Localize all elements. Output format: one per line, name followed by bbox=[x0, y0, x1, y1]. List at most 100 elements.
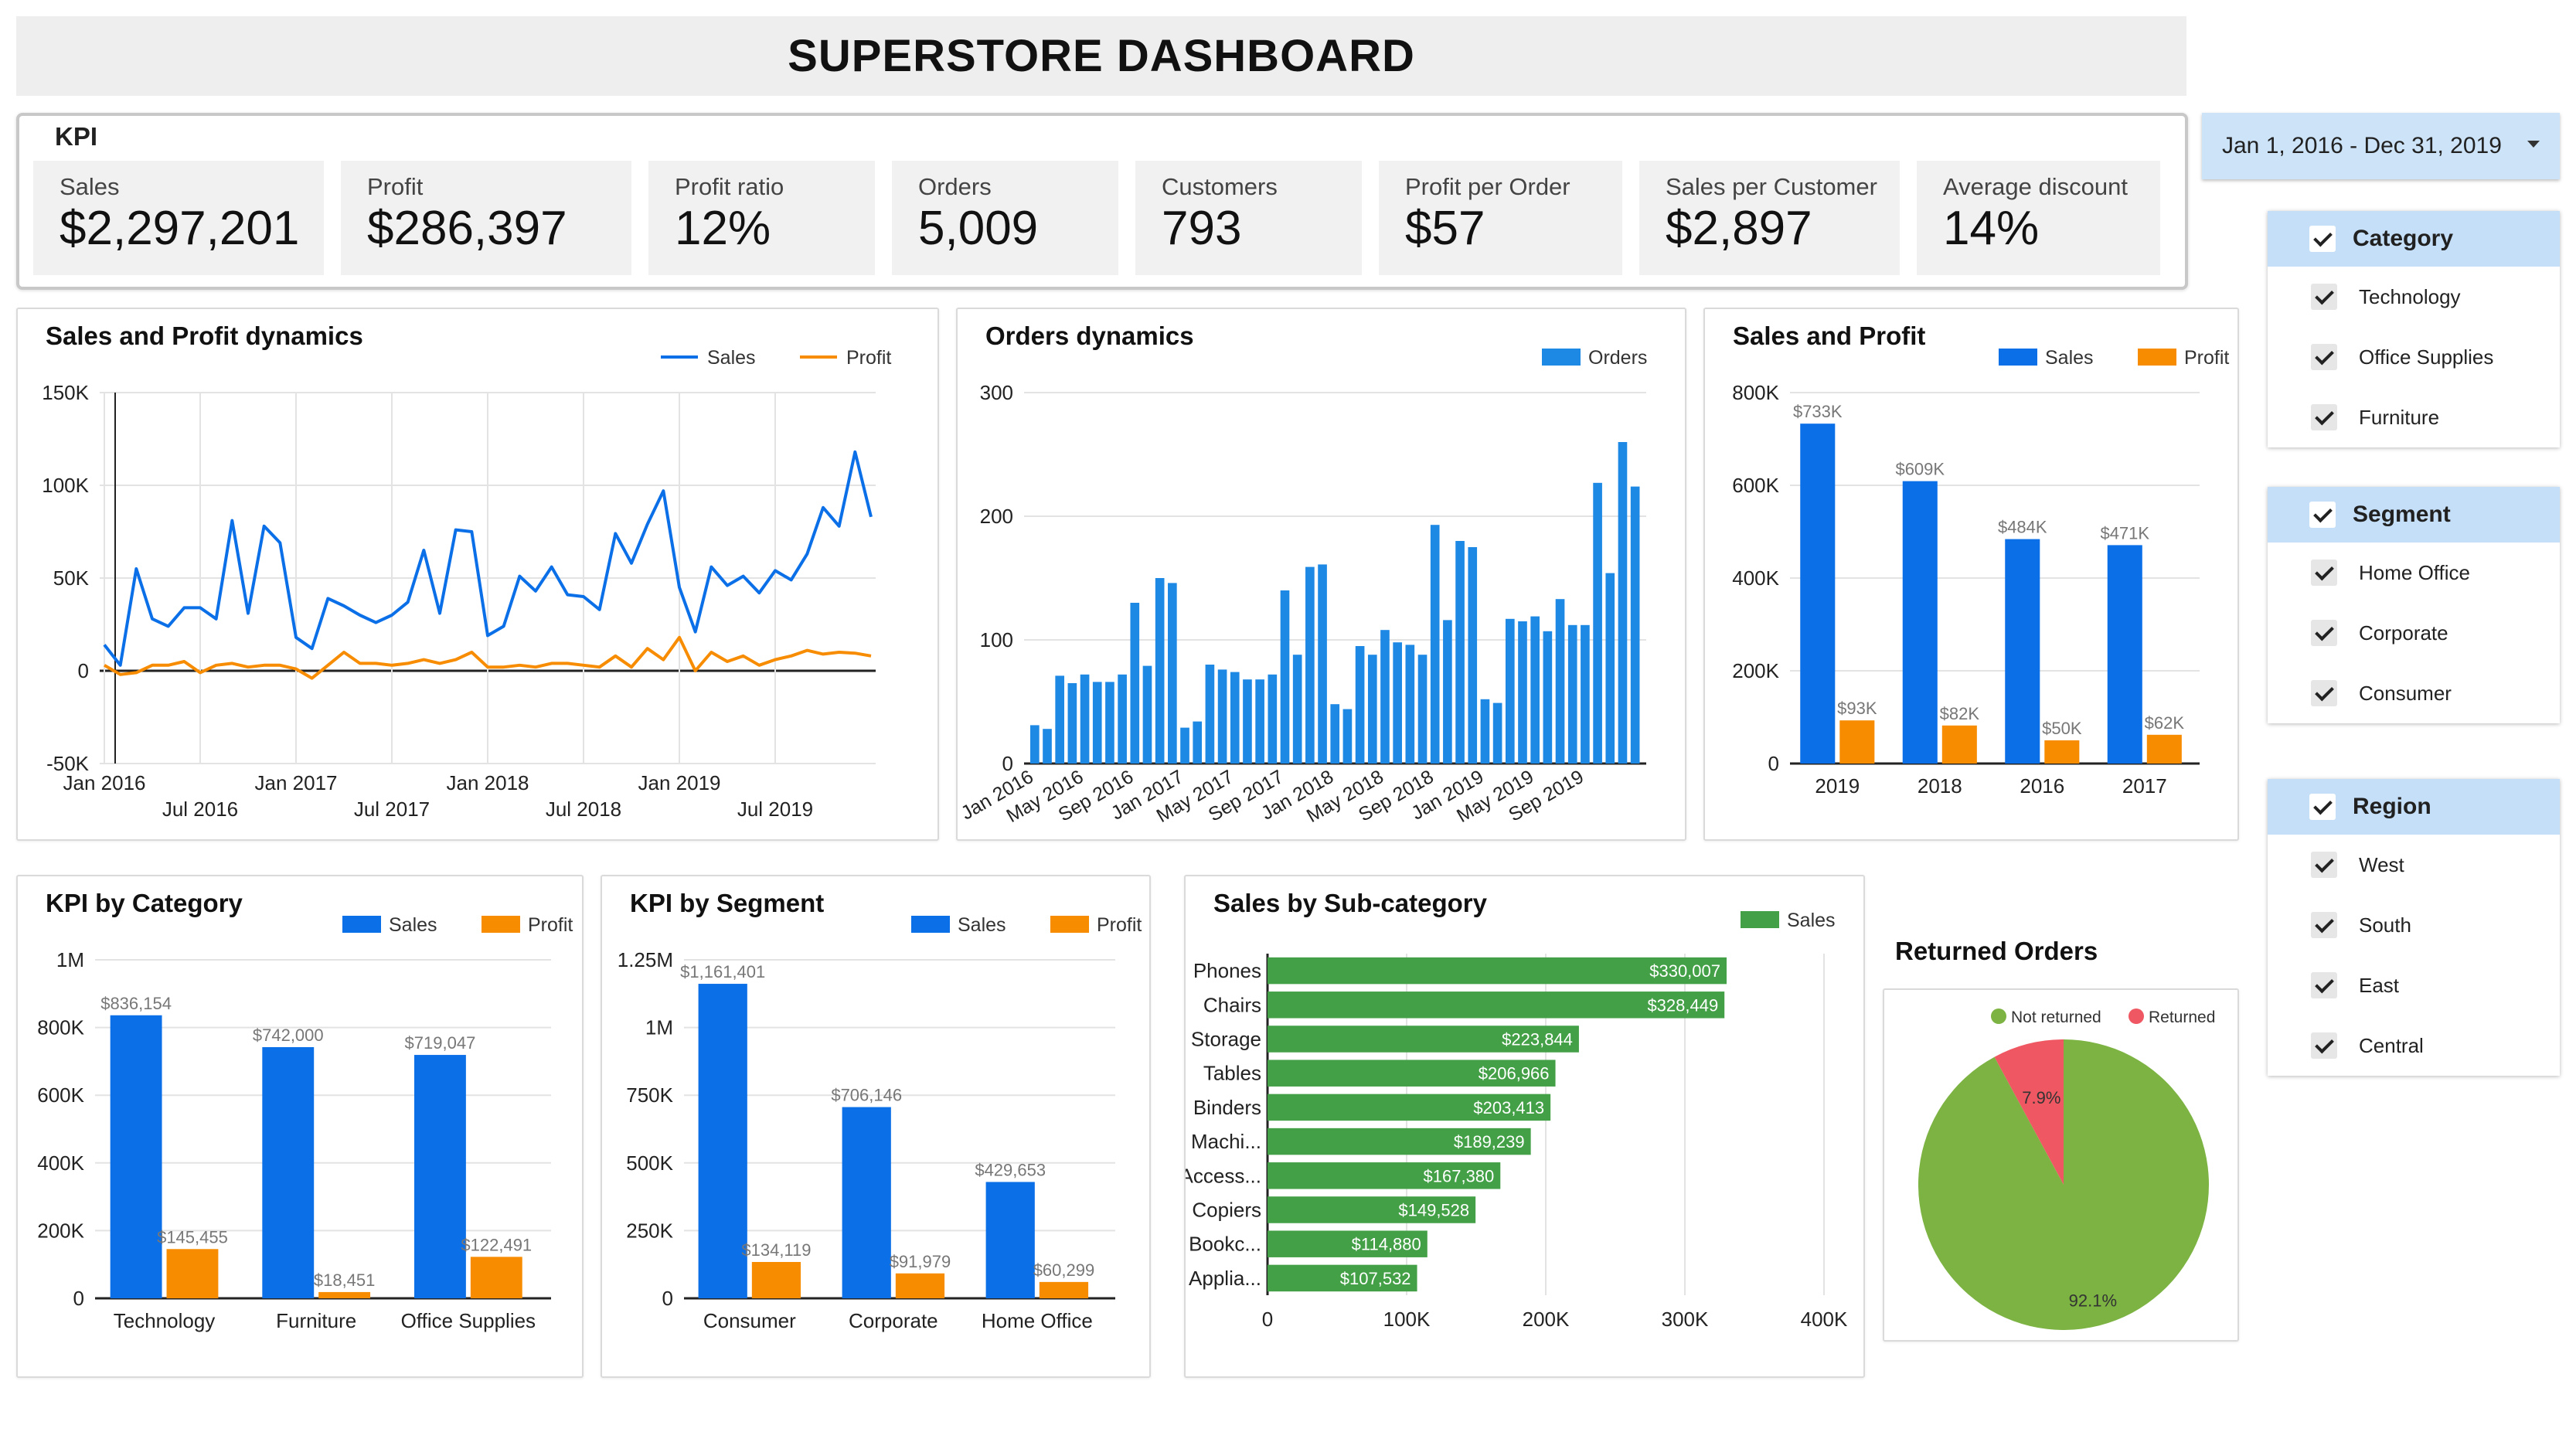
y-tick-label: Chairs bbox=[1203, 993, 1261, 1016]
kpi-segment-bar-chart: 1.25M 1M 750K 500K 250K 0 $1,161,401 $134,119 Co… bbox=[618, 914, 1142, 1332]
data-label: $330,007 bbox=[1649, 961, 1720, 981]
legend-label: Not returned bbox=[2011, 1009, 2101, 1026]
dashboard-title-bar: SUPERSTORE DASHBOARD bbox=[16, 16, 2186, 96]
sales-profit-line-chart: 150K100K50K0-50KJan 2016 Jan 2017 Jan 2018… bbox=[42, 347, 891, 821]
bar-orders bbox=[1217, 669, 1227, 764]
kpi-tile-profit-per-order: Profit per Order $57 bbox=[1379, 161, 1622, 275]
bar-orders bbox=[1380, 630, 1390, 764]
checkbox-icon[interactable] bbox=[2311, 972, 2337, 998]
y-tick-label: 600K bbox=[1732, 474, 1779, 497]
legend-swatch bbox=[482, 916, 520, 933]
kpi-category-bar-chart: 1M 800K 600K 400K 200K 0 $836,154 $145,455 Techn… bbox=[37, 914, 573, 1332]
checkbox-all-category[interactable] bbox=[2309, 226, 2336, 252]
y-tick-label: 0 bbox=[78, 659, 89, 682]
kpi-heading: KPI bbox=[55, 122, 98, 151]
filter-category: Category Technology Office Supplies Furn… bbox=[2268, 211, 2560, 447]
filter-option[interactable]: Corporate bbox=[2268, 603, 2560, 663]
bar-profit bbox=[1941, 725, 1977, 764]
card-returned-orders: 7.9% 92.1% Not returned Returned bbox=[1883, 988, 2239, 1342]
data-label: $836,154 bbox=[100, 994, 172, 1013]
x-tick-label: 200K bbox=[1523, 1308, 1570, 1331]
bar-orders bbox=[1593, 482, 1602, 764]
bar-orders bbox=[1130, 603, 1140, 764]
card-sales-profit-dynamics: Sales and Profit dynamics 150K 100K 50K 0 -5… bbox=[16, 308, 939, 841]
checkbox-icon[interactable] bbox=[2311, 404, 2337, 430]
bar-orders bbox=[1605, 573, 1615, 764]
kpi-tile-sales-per-customer: Sales per Customer $2,897 bbox=[1639, 161, 1900, 275]
date-range-picker[interactable]: Jan 1, 2016 - Dec 31, 2019 bbox=[2202, 113, 2560, 179]
y-tick-label: Bookc... bbox=[1189, 1233, 1261, 1256]
kpi-tile-orders: Orders 5,009 bbox=[892, 161, 1118, 275]
kpi-value: 793 bbox=[1162, 202, 1242, 255]
data-label: $206,966 bbox=[1479, 1064, 1550, 1083]
bar-orders bbox=[1555, 599, 1565, 764]
checkbox-icon[interactable] bbox=[2311, 284, 2337, 310]
legend-label: Sales bbox=[389, 914, 437, 936]
orders-bar-chart: 3002001000Jan 2016May 2016Sep 2016Jan 20… bbox=[958, 347, 1647, 827]
data-label: $429,653 bbox=[975, 1160, 1046, 1179]
bar-profit bbox=[2044, 740, 2080, 764]
bar-sales bbox=[985, 1182, 1035, 1298]
y-tick-label: 50K bbox=[53, 566, 90, 590]
filter-option[interactable]: Home Office bbox=[2268, 543, 2560, 603]
y-tick-label: 200 bbox=[980, 505, 1013, 528]
checkbox-icon[interactable] bbox=[2311, 620, 2337, 646]
y-tick-label: Access... bbox=[1186, 1164, 1261, 1187]
bar-orders bbox=[1630, 486, 1640, 764]
bar-profit bbox=[318, 1291, 371, 1298]
bar-orders bbox=[1530, 616, 1540, 764]
x-tick-label: 300K bbox=[1662, 1308, 1709, 1331]
sales-profit-year-bar-chart: 800K 600K 400K 200K 0 $733K $93K 2019 $609K $82K 2… bbox=[1732, 347, 2229, 798]
checkbox-all-segment[interactable] bbox=[2309, 502, 2336, 528]
subcategory-hbar-chart: 0 100K 200K 300K 400K $330,007 Phones $328,449 C… bbox=[1186, 910, 1848, 1331]
bar-orders bbox=[1417, 655, 1428, 764]
bar-orders bbox=[1292, 655, 1302, 764]
bar-orders bbox=[1092, 682, 1102, 764]
data-label: $18,451 bbox=[314, 1270, 376, 1290]
checkbox-icon[interactable] bbox=[2311, 1032, 2337, 1059]
bar-orders bbox=[1255, 679, 1264, 764]
checkbox-icon[interactable] bbox=[2311, 912, 2337, 938]
card-sales-profit-by-year: Sales and Profit 800K 600K 400K 200K 0 $733K $… bbox=[1703, 308, 2239, 841]
checkbox-icon[interactable] bbox=[2311, 852, 2337, 878]
checkbox-icon[interactable] bbox=[2311, 680, 2337, 706]
x-tick-label: Jan 2016 bbox=[63, 771, 146, 794]
filter-option[interactable]: East bbox=[2268, 955, 2560, 1015]
filter-option[interactable]: Furniture bbox=[2268, 387, 2560, 447]
filter-header[interactable]: Region bbox=[2268, 779, 2560, 835]
legend-swatch bbox=[2138, 349, 2176, 366]
y-tick-label: 400K bbox=[1732, 566, 1779, 590]
y-tick-label: 400K bbox=[37, 1151, 84, 1175]
bar-orders bbox=[1318, 564, 1327, 764]
filter-option[interactable]: West bbox=[2268, 835, 2560, 895]
bar-orders bbox=[1405, 645, 1415, 764]
bar-profit bbox=[166, 1249, 219, 1298]
kpi-label: Average discount bbox=[1943, 173, 2128, 200]
filter-option[interactable]: South bbox=[2268, 895, 2560, 955]
kpi-label: Orders bbox=[918, 173, 992, 200]
filter-option[interactable]: Office Supplies bbox=[2268, 327, 2560, 387]
data-label: $107,532 bbox=[1340, 1269, 1411, 1288]
filter-header[interactable]: Segment bbox=[2268, 487, 2560, 543]
x-tick-label: Jan 2019 bbox=[638, 771, 721, 794]
bar-orders bbox=[1193, 721, 1203, 764]
y-tick-label: 500K bbox=[626, 1151, 673, 1175]
filter-option[interactable]: Central bbox=[2268, 1015, 2560, 1076]
filter-option[interactable]: Technology bbox=[2268, 267, 2560, 327]
bar-sales bbox=[698, 984, 747, 1298]
legend-swatch bbox=[342, 916, 381, 933]
checkbox-icon[interactable] bbox=[2311, 560, 2337, 586]
returned-orders-title: Returned Orders bbox=[1895, 937, 2098, 965]
filter-title: Category bbox=[2353, 226, 2454, 251]
bar-orders bbox=[1393, 642, 1402, 764]
checkbox-all-region[interactable] bbox=[2309, 794, 2336, 820]
data-label: $706,146 bbox=[831, 1086, 902, 1105]
bar-orders bbox=[1342, 709, 1353, 764]
y-tick-label: Copiers bbox=[1192, 1199, 1261, 1222]
filter-region: Region West South East Central bbox=[2268, 779, 2560, 1076]
filter-option[interactable]: Consumer bbox=[2268, 663, 2560, 723]
dropdown-arrow-icon[interactable] bbox=[2527, 141, 2540, 148]
checkbox-icon[interactable] bbox=[2311, 344, 2337, 370]
bar-profit bbox=[1039, 1281, 1089, 1298]
filter-header[interactable]: Category bbox=[2268, 211, 2560, 267]
